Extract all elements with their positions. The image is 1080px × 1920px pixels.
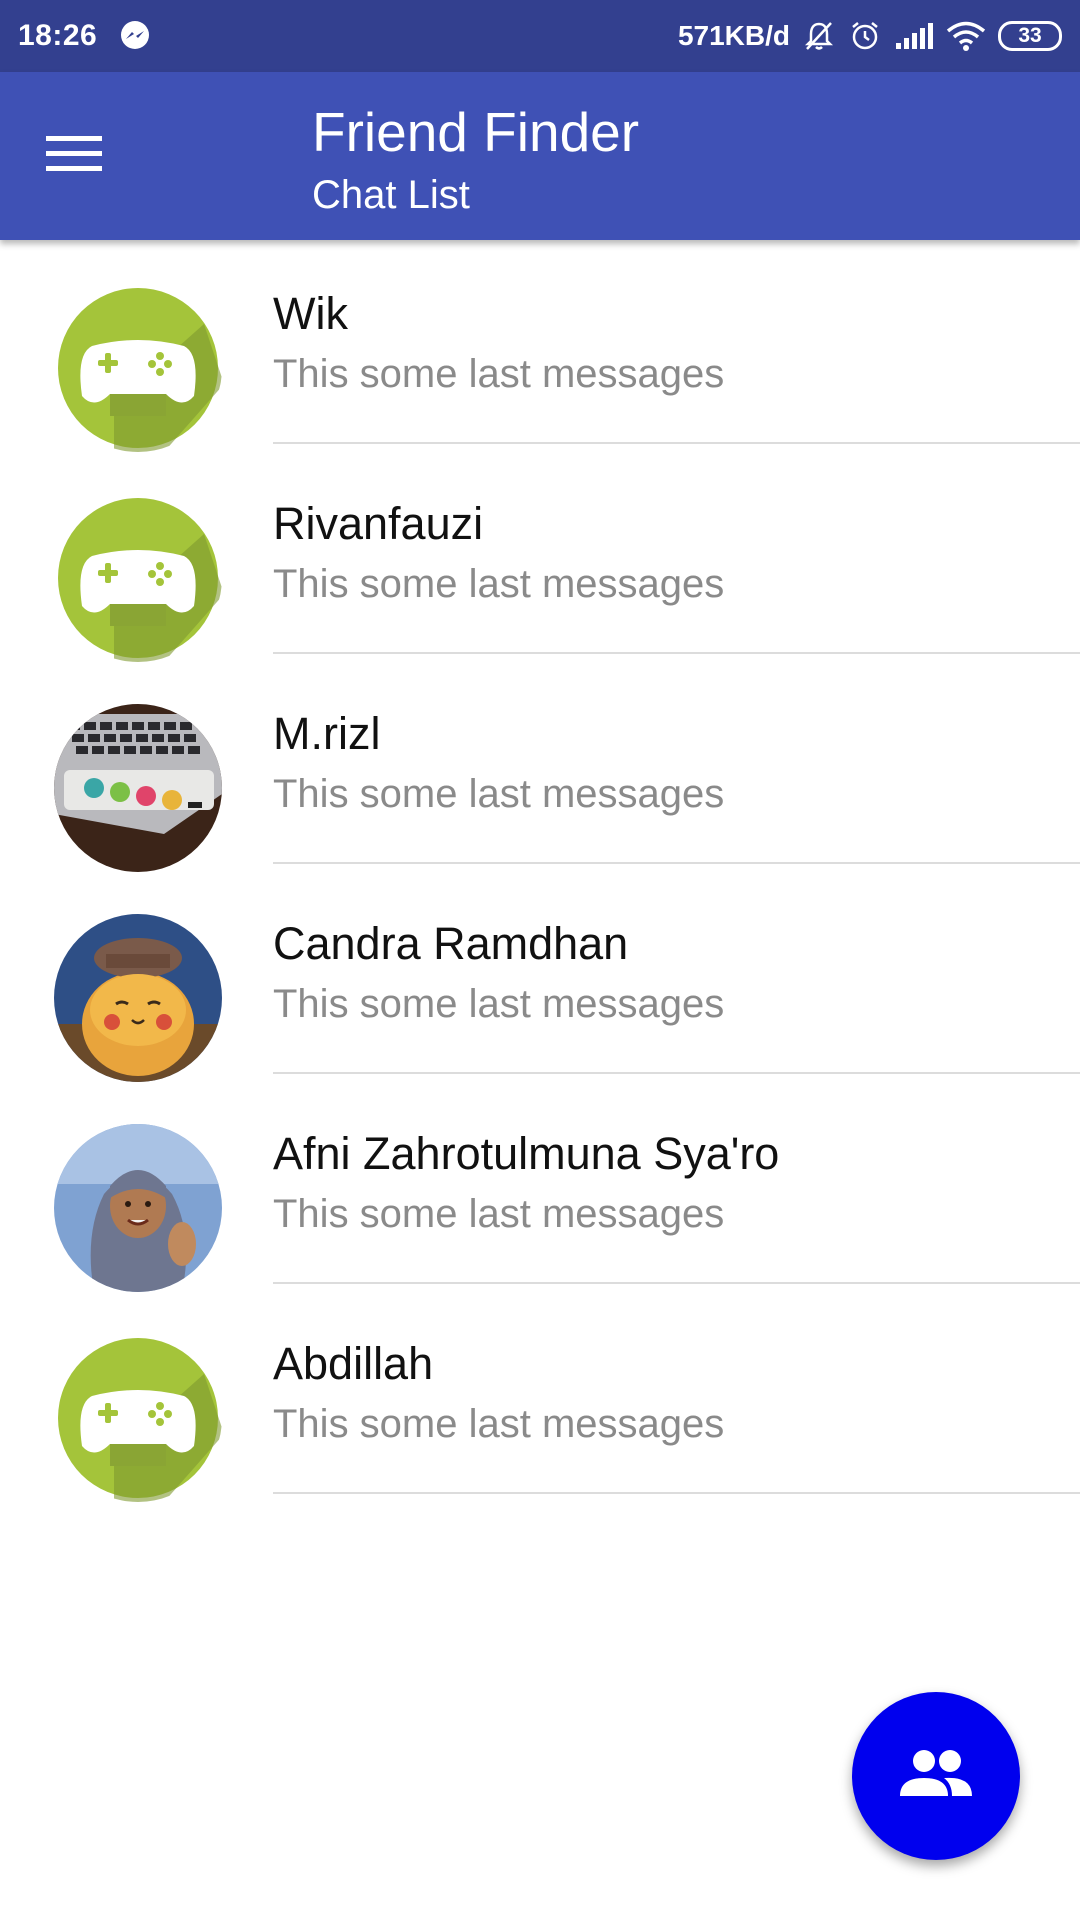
game-controller-icon — [54, 284, 222, 452]
contact-name: Abdillah — [273, 1338, 434, 1389]
chat-list: Wik This some last messages Rivanfauzi T… — [0, 240, 1080, 1502]
avatar — [54, 1124, 222, 1292]
photo-avatar — [54, 914, 222, 1082]
avatar — [54, 284, 222, 452]
contact-name: Wik — [273, 288, 348, 339]
photo-avatar — [54, 704, 222, 872]
divider — [273, 1072, 1080, 1074]
hamburger-menu-icon — [46, 134, 102, 179]
alarm-icon — [848, 19, 882, 53]
last-message: This some last messages — [273, 352, 725, 396]
signal-icon — [894, 21, 934, 51]
status-bar: 18:26 571KB/d 33 — [0, 0, 1080, 72]
last-message: This some last messages — [273, 1192, 725, 1236]
contact-name: Rivanfauzi — [273, 498, 484, 549]
chat-list-item[interactable]: Wik This some last messages — [0, 240, 1080, 452]
battery-level: 33 — [1018, 24, 1042, 47]
game-controller-icon — [54, 494, 222, 662]
chat-list-item[interactable]: Afni Zahrotulmuna Sya'ro This some last … — [0, 1080, 1080, 1292]
mute-icon — [802, 19, 836, 53]
status-time: 18:26 — [18, 19, 98, 52]
divider — [273, 652, 1080, 654]
game-controller-icon — [54, 1334, 222, 1502]
last-message: This some last messages — [273, 1402, 725, 1446]
battery-icon: 33 — [998, 21, 1062, 51]
app-subtitle: Chat List — [312, 173, 470, 217]
avatar — [54, 1334, 222, 1502]
contact-name: Afni Zahrotulmuna Sya'ro — [273, 1128, 780, 1179]
wifi-icon — [946, 20, 986, 52]
app-bar: Friend Finder Chat List — [0, 72, 1080, 240]
divider — [273, 862, 1080, 864]
avatar — [54, 704, 222, 872]
app-title: Friend Finder — [312, 101, 640, 163]
find-friends-fab[interactable] — [852, 1692, 1020, 1860]
chat-list-item[interactable]: Candra Ramdhan This some last messages — [0, 870, 1080, 1082]
chat-list-item[interactable]: Abdillah This some last messages — [0, 1290, 1080, 1502]
avatar — [54, 914, 222, 1082]
last-message: This some last messages — [273, 772, 725, 816]
divider — [273, 442, 1080, 444]
last-message: This some last messages — [273, 562, 725, 606]
last-message: This some last messages — [273, 982, 725, 1026]
network-speed: 571KB/d — [677, 20, 790, 51]
messenger-icon — [119, 20, 151, 52]
chat-list-item[interactable]: M.rizl This some last messages — [0, 660, 1080, 872]
chat-list-item[interactable]: Rivanfauzi This some last messages — [0, 450, 1080, 662]
menu-button[interactable] — [34, 116, 114, 196]
avatar — [54, 494, 222, 662]
divider — [273, 1282, 1080, 1284]
contact-name: M.rizl — [273, 708, 381, 759]
contact-name: Candra Ramdhan — [273, 918, 629, 969]
people-icon — [900, 1748, 972, 1805]
divider — [273, 1492, 1080, 1494]
photo-avatar — [54, 1124, 222, 1292]
